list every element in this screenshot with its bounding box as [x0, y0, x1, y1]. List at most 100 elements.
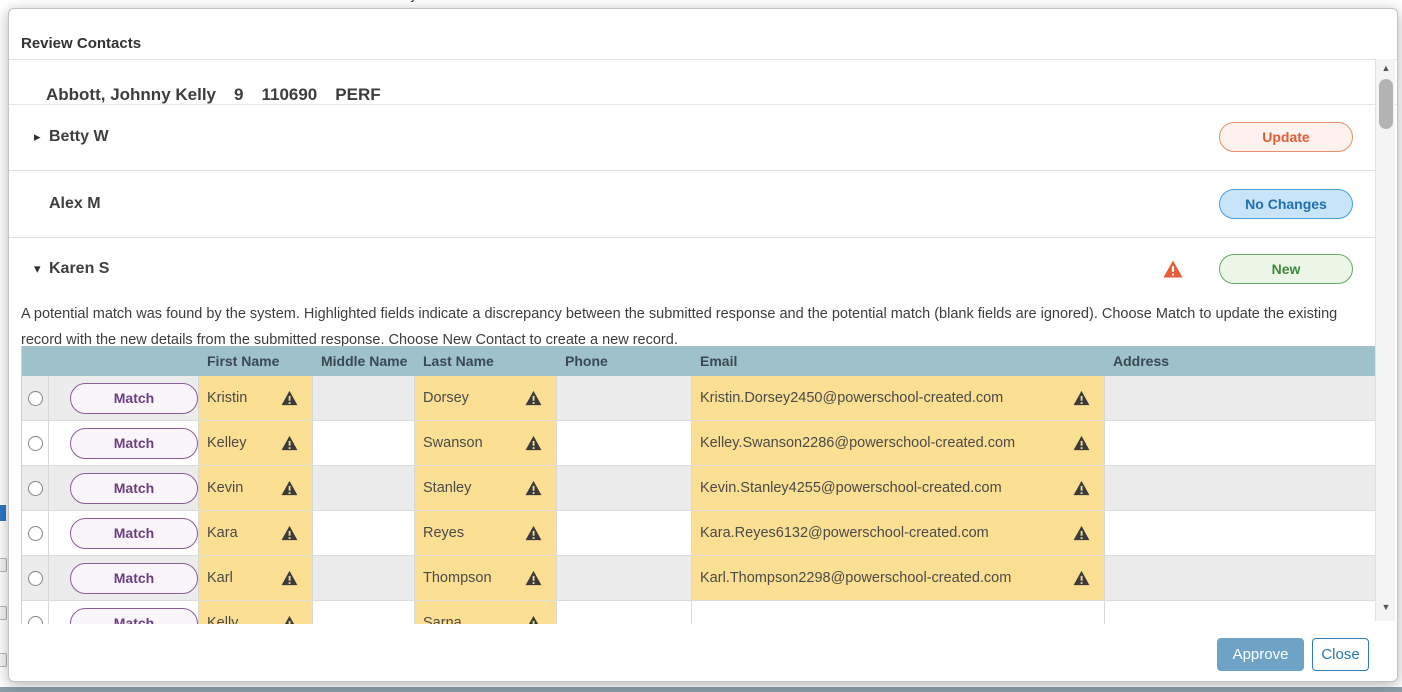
match-button[interactable]: Match	[70, 428, 198, 459]
vertical-scrollbar[interactable]: ▲ ▼	[1375, 59, 1395, 621]
warning-icon	[1073, 481, 1090, 496]
cell-last-name: Reyes	[415, 511, 557, 555]
match-button[interactable]: Match	[70, 608, 198, 625]
contact-row-alex[interactable]: Alex M No Changes	[9, 171, 1375, 238]
col-header-empty	[22, 346, 49, 376]
cell-email: Kristin.Dorsey2450@powerschool-created.c…	[692, 376, 1105, 420]
no-changes-button[interactable]: No Changes	[1219, 189, 1353, 219]
cell-email-value: Kara.Reyes6132@powerschool-created.com	[700, 525, 989, 541]
match-radio[interactable]	[28, 526, 43, 541]
warning-icon	[1073, 571, 1090, 586]
match-button[interactable]: Match	[70, 518, 198, 549]
warning-icon	[281, 616, 298, 625]
warning-icon	[281, 571, 298, 586]
warning-icon	[525, 526, 542, 541]
cell-address	[1105, 511, 1376, 555]
cell-first-name-value: Kevin	[207, 480, 243, 496]
scrollbar-thumb[interactable]	[1379, 79, 1393, 129]
divider	[9, 59, 1397, 60]
warning-icon	[281, 391, 298, 406]
chevron-down-icon[interactable]: ▾	[34, 261, 49, 277]
match-cell: Match	[49, 421, 199, 465]
match-button[interactable]: Match	[70, 563, 198, 594]
cell-email-value: Kevin.Stanley4255@powerschool-created.co…	[700, 480, 1002, 496]
cell-last-name-value: Thompson	[423, 570, 492, 586]
cell-last-name: Dorsey	[415, 376, 557, 420]
cell-email-value: Kristin.Dorsey2450@powerschool-created.c…	[700, 390, 1003, 406]
cell-first-name-value: Kristin	[207, 390, 247, 406]
cell-first-name-value: Kelly	[207, 615, 238, 624]
match-radio[interactable]	[28, 391, 43, 406]
cell-email: Karl.Thompson2298@powerschool-created.co…	[692, 556, 1105, 600]
match-radio[interactable]	[28, 571, 43, 586]
match-radio[interactable]	[28, 436, 43, 451]
cell-phone	[557, 376, 692, 420]
student-grade: 9	[234, 85, 243, 105]
table-row: Match Kara Reyes Kara.Reyes6132@powerschool…	[22, 511, 1376, 556]
cell-middle-name	[313, 601, 415, 624]
contact-row-karen[interactable]: ▾ Karen S New	[9, 238, 1375, 299]
radio-cell	[22, 376, 49, 420]
match-table-header: First NameMiddle NameLast NamePhoneEmail…	[22, 346, 1376, 376]
approve-button[interactable]: Approve	[1217, 638, 1304, 671]
background-fragment	[0, 558, 7, 572]
background-fragment	[0, 606, 7, 620]
radio-cell	[22, 511, 49, 555]
table-row: Match Kevin Stanley Kevin.Stanley4255@power…	[22, 466, 1376, 511]
cell-last-name-value: Reyes	[423, 525, 464, 541]
cell-last-name-value: Dorsey	[423, 390, 469, 406]
warning-icon	[525, 391, 542, 406]
cell-phone	[557, 601, 692, 624]
background-fragment	[0, 653, 7, 667]
cell-first-name-value: Kara	[207, 525, 238, 541]
cell-phone	[557, 466, 692, 510]
warning-icon	[525, 436, 542, 451]
match-radio[interactable]	[28, 481, 43, 496]
new-button[interactable]: New	[1219, 254, 1353, 284]
cell-email: Kevin.Stanley4255@powerschool-created.co…	[692, 466, 1105, 510]
cell-phone	[557, 421, 692, 465]
col-header-empty	[49, 346, 199, 376]
match-cell: Match	[49, 601, 199, 624]
data-source-label: Data Source	[240, 0, 333, 3]
cell-middle-name	[313, 511, 415, 555]
update-button[interactable]: Update	[1219, 122, 1353, 152]
contact-name: Betty W	[49, 128, 109, 146]
table-row: MatchKelleySwansonKelley.Swanson2286@pow…	[22, 421, 1376, 466]
warning-icon	[1073, 526, 1090, 541]
cell-address	[1105, 556, 1376, 600]
cell-address	[1105, 601, 1376, 624]
close-button[interactable]: Close	[1312, 638, 1369, 671]
background-bottom-bar	[0, 687, 1402, 692]
match-button[interactable]: Match	[70, 383, 198, 414]
student-number: 110690	[261, 85, 317, 105]
radio-cell	[22, 601, 49, 624]
cell-email-value: Kelley.Swanson2286@powerschool-created.c…	[700, 435, 1015, 451]
cell-first-name: Karl	[199, 556, 313, 600]
scroll-down-icon[interactable]: ▼	[1376, 602, 1396, 612]
warning-icon	[1073, 436, 1090, 451]
warning-icon	[525, 481, 542, 496]
table-row: MatchKarl Thompson Karl.Thompson2298@power…	[22, 556, 1376, 601]
cell-last-name: Sarna	[415, 601, 557, 624]
table-row: Match Kristin Dorsey Kristin.Dorsey2450@pow…	[22, 376, 1376, 421]
chevron-right-icon[interactable]: ▸	[34, 129, 49, 145]
cell-address	[1105, 421, 1376, 465]
contact-row-betty[interactable]: ▸ Betty W Update	[9, 104, 1375, 171]
cell-last-name-value: Stanley	[423, 480, 471, 496]
cell-last-name-value: Sarna	[423, 615, 462, 624]
cell-email	[692, 601, 1105, 624]
cell-first-name: Kelley	[199, 421, 313, 465]
cell-first-name: Kelly	[199, 601, 313, 624]
warning-icon	[281, 526, 298, 541]
show-by-person-dropdown[interactable]: Show by Person	[362, 0, 468, 3]
cell-last-name: Thompson	[415, 556, 557, 600]
match-button[interactable]: Match	[70, 473, 198, 504]
warning-icon	[525, 571, 542, 586]
cell-first-name: Kevin	[199, 466, 313, 510]
scroll-up-icon[interactable]: ▲	[1376, 63, 1396, 73]
warning-icon	[281, 481, 298, 496]
match-cell: Match	[49, 466, 199, 510]
cell-first-name-value: Kelley	[207, 435, 247, 451]
match-radio[interactable]	[28, 616, 43, 625]
